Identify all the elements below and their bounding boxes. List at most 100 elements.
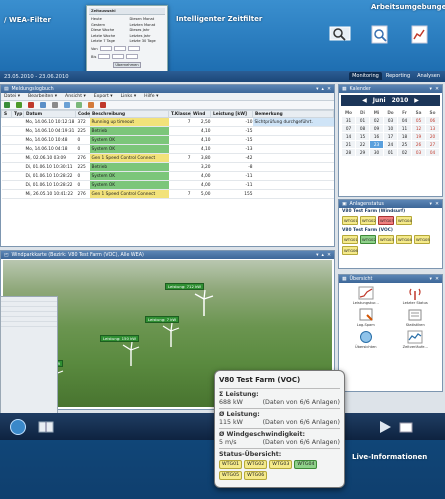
log-row[interactable]: Mo, 14.06.10 10:12:18 372 Running up timeo… — [1, 117, 334, 127]
calendar-day[interactable]: 17 — [384, 133, 397, 140]
log-row[interactable]: Di, 01.06.10 10:28:22 0 System OK 4,00 -11 — [1, 171, 334, 181]
apply-button[interactable]: Übernehmen — [113, 62, 141, 68]
overview-zeitverlaeufe[interactable]: Zeitverläufe... — [391, 330, 441, 349]
calendar-day[interactable]: 20 — [426, 133, 439, 140]
calendar-day[interactable]: 04 — [426, 149, 439, 156]
export-icon[interactable] — [76, 102, 82, 108]
minimize-icon[interactable]: ▾ — [430, 202, 432, 207]
window-icon[interactable] — [397, 418, 415, 436]
bis-month-field[interactable] — [112, 54, 125, 59]
calendar-day[interactable]: 05 — [412, 117, 425, 124]
menu-bearbeiten[interactable]: Bearbeiten ▾ — [28, 94, 57, 99]
maximize-icon[interactable]: ▴ — [322, 87, 324, 92]
calendar-day[interactable]: 06 — [426, 117, 439, 124]
turbine-chip[interactable]: WTG05 — [414, 235, 430, 244]
calendar-day[interactable]: 29 — [356, 149, 369, 156]
time-option[interactable]: Letztes Jahr — [130, 34, 166, 38]
log-row[interactable]: Di, 01.06.10 10:28:22 0 System OK 4,00 -11 — [1, 180, 334, 190]
time-option[interactable]: Letzte 30 Tage — [130, 39, 166, 43]
calendar-day[interactable]: 27 — [426, 141, 439, 148]
book-icon[interactable] — [37, 418, 55, 436]
add-icon[interactable] — [16, 102, 22, 108]
minimize-icon[interactable]: ▾ — [430, 87, 432, 92]
tab-monitoring[interactable]: Monitoring — [349, 72, 382, 80]
turbine-chip[interactable]: WTG04 — [396, 235, 412, 244]
col-beschreibung[interactable]: Beschreibung — [89, 110, 169, 118]
col-bemerkung[interactable]: Bemerkung — [252, 110, 334, 118]
calendar-day[interactable]: 30 — [370, 149, 383, 156]
menu-export[interactable]: Export ▾ — [94, 94, 113, 99]
von-month-field[interactable] — [113, 46, 126, 51]
calendar-day[interactable]: 21 — [342, 141, 355, 148]
print-icon[interactable] — [52, 102, 58, 108]
calendar-day[interactable]: 15 — [356, 133, 369, 140]
overview-uebersichten[interactable]: Übersichten — [341, 330, 391, 349]
calendar-day[interactable]: 23 — [370, 141, 383, 148]
close-icon[interactable]: ✕ — [435, 202, 439, 207]
maximize-icon[interactable]: ▴ — [322, 253, 324, 258]
time-option[interactable]: Gestern — [91, 23, 127, 27]
overview-leistungskurve[interactable]: Leistungskur... — [341, 286, 391, 305]
farm-group-title[interactable]: V80 Test Farm (Windsurf) — [339, 208, 442, 215]
farm-group-title[interactable]: V80 Test Farm (VOC) — [339, 227, 442, 234]
reporting-workspace-icon[interactable] — [367, 24, 393, 46]
turbine-chip[interactable]: WTG03 — [378, 235, 394, 244]
time-option[interactable]: Letzten Monat — [130, 23, 166, 27]
log-row[interactable]: Di, 01.06.10 10:30:11 225 Betrieb 3,20 -8 — [1, 162, 334, 172]
overview-log-spam[interactable]: Log-Spam — [341, 308, 391, 327]
col-tklasse[interactable]: T.Klasse — [168, 110, 191, 118]
von-day-field[interactable] — [99, 46, 112, 51]
turbine-chip[interactable]: WTG03 — [378, 216, 394, 225]
next-month-icon[interactable]: ▶ — [414, 97, 419, 104]
turbine-chip[interactable]: WTG01 — [342, 216, 358, 225]
time-option[interactable]: Diese Woche — [91, 28, 127, 32]
turbine-status-chip[interactable]: WTG01 — [219, 460, 243, 469]
prev-month-icon[interactable]: ◀ — [362, 97, 367, 104]
col-leistung[interactable]: Leistung [kW] — [210, 110, 253, 118]
turbine-chip[interactable]: WTG06 — [342, 246, 358, 255]
menu-ansicht[interactable]: Ansicht ▾ — [65, 94, 86, 99]
calendar-day[interactable]: 14 — [342, 133, 355, 140]
log-row[interactable]: Mo, 14.06.10 04:18 0 System OK 4,10 -13 — [1, 144, 334, 154]
minimize-icon[interactable]: ▾ — [430, 277, 432, 282]
calendar-day[interactable]: 02 — [370, 117, 383, 124]
col-code[interactable]: Code — [75, 110, 90, 118]
calendar-day[interactable]: 01 — [384, 149, 397, 156]
minimize-icon[interactable]: ▾ — [316, 87, 318, 92]
delete-icon[interactable] — [28, 102, 34, 108]
overview-statistiken[interactable]: Statistiken — [391, 308, 441, 327]
turbine-status-chip[interactable]: WTG03 — [269, 460, 293, 469]
overview-letzter-status[interactable]: Letzter Status — [391, 286, 441, 305]
time-option[interactable]: Heute — [91, 17, 127, 21]
log-row[interactable]: Mo, 14.06.10 04:19:31 225 Betrieb 4,10 -15 — [1, 126, 334, 136]
calendar-day[interactable]: 16 — [370, 133, 383, 140]
col-s[interactable]: S — [1, 110, 12, 118]
chart-icon[interactable] — [88, 102, 94, 108]
pdf-icon[interactable] — [100, 102, 106, 108]
tab-analysen[interactable]: Analysen — [414, 72, 443, 80]
calendar-day[interactable]: 03 — [412, 149, 425, 156]
calendar-day[interactable]: 12 — [412, 125, 425, 132]
calendar-day[interactable]: 02 — [398, 149, 411, 156]
tab-reporting[interactable]: Reporting — [383, 72, 413, 80]
bis-year-field[interactable] — [126, 54, 139, 59]
wind-turbine-icon[interactable] — [161, 323, 181, 347]
edit-icon[interactable] — [40, 102, 46, 108]
col-datum[interactable]: Datum — [23, 110, 76, 118]
close-icon[interactable]: ✕ — [435, 87, 439, 92]
menu-hilfe[interactable]: Hilfe ▾ — [144, 94, 158, 99]
turbine-chip[interactable]: WTG02 — [360, 216, 376, 225]
calendar-day[interactable]: 25 — [398, 141, 411, 148]
calendar-day[interactable]: 28 — [342, 149, 355, 156]
globe-icon[interactable] — [9, 418, 27, 436]
play-icon[interactable] — [376, 418, 394, 436]
calendar-day[interactable]: 08 — [356, 125, 369, 132]
turbine-chip[interactable]: WTG01 — [342, 235, 358, 244]
bis-day-field[interactable] — [98, 54, 111, 59]
turbine-chip[interactable]: WTG04 — [396, 216, 412, 225]
calendar-day[interactable]: 19 — [412, 133, 425, 140]
col-typ[interactable]: Typ — [11, 110, 24, 118]
calendar-day[interactable]: 11 — [398, 125, 411, 132]
menu-datei[interactable]: Datei ▾ — [4, 94, 20, 99]
von-year-field[interactable] — [127, 46, 140, 51]
